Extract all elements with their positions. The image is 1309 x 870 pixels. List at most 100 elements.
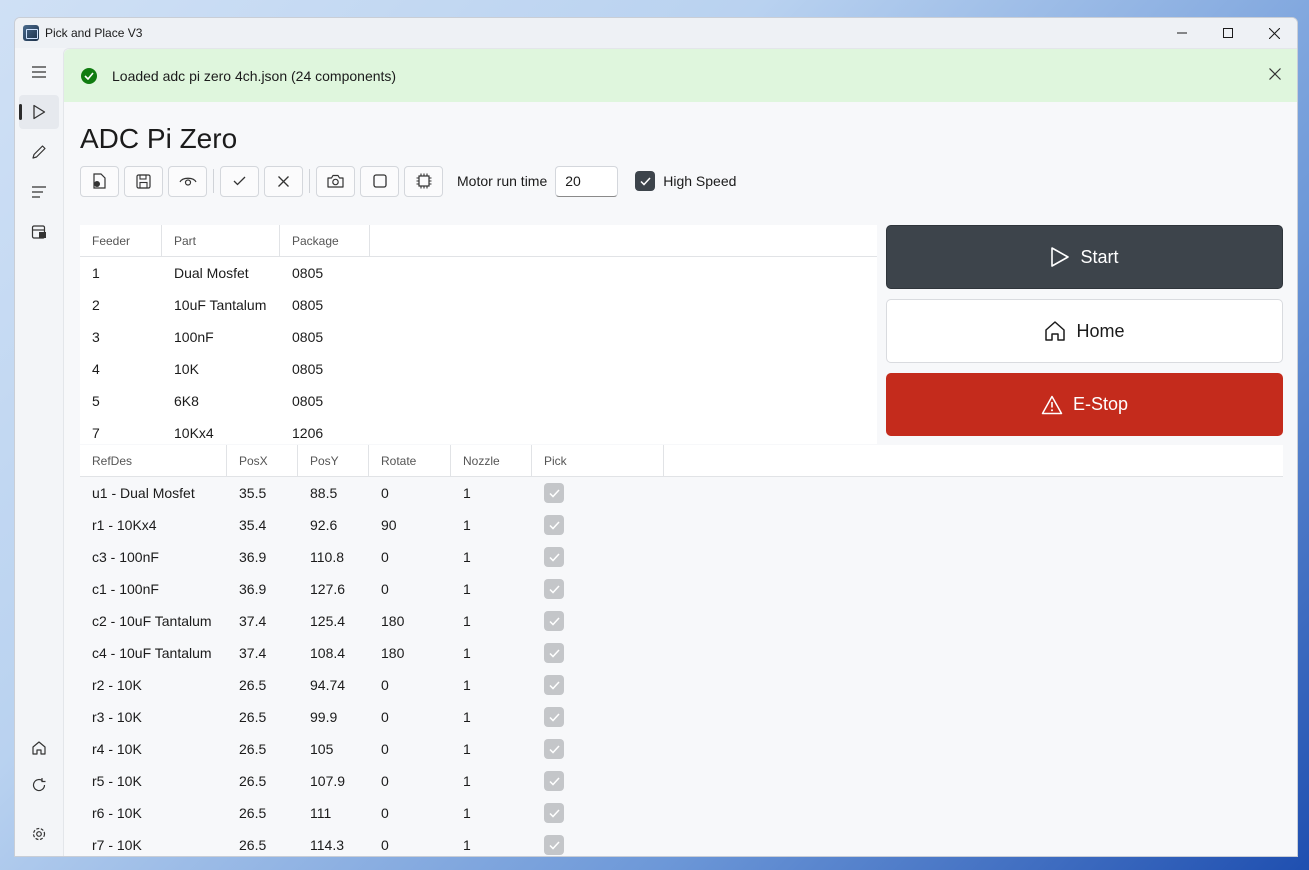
table-row[interactable]: r4 - 10K 26.5 105 0 1 <box>80 733 1283 765</box>
component-cell-posy: 107.9 <box>310 773 346 789</box>
nav-home[interactable] <box>19 731 59 765</box>
play-icon <box>1051 247 1070 267</box>
save-button[interactable] <box>124 165 163 197</box>
motor-run-time-input[interactable]: 20 <box>555 165 619 197</box>
open-file-button[interactable] <box>80 165 119 197</box>
feeder-table: Feeder Part Package 1 Dual Mosfet 0805 2 10u… <box>80 225 877 444</box>
feeder-cell-part: 100nF <box>174 329 214 345</box>
table-row[interactable]: r7 - 10K 26.5 114.3 0 1 <box>80 829 1283 856</box>
table-row[interactable]: r2 - 10K 26.5 94.74 0 1 <box>80 669 1283 701</box>
column-header-rotate[interactable]: Rotate <box>369 445 451 477</box>
table-row[interactable]: 2 10uF Tantalum 0805 <box>80 289 877 321</box>
start-button[interactable]: Start <box>886 225 1283 289</box>
nav-edit[interactable] <box>19 135 59 169</box>
main-content: Loaded adc pi zero 4ch.json (24 componen… <box>63 48 1297 856</box>
minimize-button[interactable] <box>1159 18 1205 48</box>
column-header-feeder[interactable]: Feeder <box>80 225 162 257</box>
chip-tray-icon <box>31 225 46 239</box>
maximize-button[interactable] <box>1205 18 1251 48</box>
column-header-refdes[interactable]: RefDes <box>80 445 227 477</box>
column-header-package[interactable]: Package <box>280 225 370 257</box>
component-cell-rotate: 0 <box>381 549 389 565</box>
table-row[interactable]: 7 10Kx4 1206 <box>80 417 877 444</box>
table-row[interactable]: r5 - 10K 26.5 107.9 0 1 <box>80 765 1283 797</box>
component-cell-nozzle: 1 <box>463 837 471 853</box>
component-cell-refdes: c3 - 100nF <box>92 549 159 565</box>
dismiss-infobar-button[interactable] <box>1269 67 1285 83</box>
pick-checkbox[interactable] <box>544 643 564 663</box>
app-window: Pick and Place V3 Loaded adc pi zero 4ch… <box>14 17 1298 857</box>
component-cell-rotate: 0 <box>381 581 389 597</box>
pick-checkbox[interactable] <box>544 611 564 631</box>
preview-button[interactable] <box>168 165 207 197</box>
table-row[interactable]: r6 - 10K 26.5 111 0 1 <box>80 797 1283 829</box>
high-speed-checkbox[interactable] <box>635 171 656 191</box>
pick-checkbox[interactable] <box>544 547 564 567</box>
menu-button[interactable] <box>19 55 59 89</box>
table-row[interactable]: 4 10K 0805 <box>80 353 877 385</box>
component-cell-posy: 127.6 <box>310 581 346 597</box>
component-cell-nozzle: 1 <box>463 709 471 725</box>
feeder-cell-part: Dual Mosfet <box>174 265 249 281</box>
component-cell-nozzle: 1 <box>463 645 471 661</box>
column-header-part[interactable]: Part <box>162 225 280 257</box>
component-cell-nozzle: 1 <box>463 677 471 693</box>
pick-checkbox[interactable] <box>544 803 564 823</box>
check-icon <box>548 680 560 690</box>
table-row[interactable]: c4 - 10uF Tantalum 37.4 108.4 180 1 <box>80 637 1283 669</box>
component-cell-rotate: 0 <box>381 837 389 853</box>
pick-checkbox[interactable] <box>544 483 564 503</box>
table-row[interactable]: 5 6K8 0805 <box>80 385 877 417</box>
nav-feeders[interactable] <box>19 215 59 249</box>
nav-run[interactable] <box>19 95 59 129</box>
component-cell-posy: 114.3 <box>310 837 344 853</box>
nav-list[interactable] <box>19 175 59 209</box>
pick-checkbox[interactable] <box>544 707 564 727</box>
home-button[interactable]: Home <box>886 299 1283 363</box>
feeder-cell-part: 10K <box>174 361 199 377</box>
check-icon <box>548 520 560 530</box>
column-header-nozzle[interactable]: Nozzle <box>451 445 532 477</box>
table-row[interactable]: 3 100nF 0805 <box>80 321 877 353</box>
pick-checkbox[interactable] <box>544 675 564 695</box>
feeder-cell-part: 10uF Tantalum <box>174 297 267 313</box>
nav-refresh[interactable] <box>19 768 59 802</box>
camera-button[interactable] <box>316 165 355 197</box>
component-cell-refdes: r4 - 10K <box>92 741 142 757</box>
component-cell-nozzle: 1 <box>463 741 471 757</box>
pick-checkbox[interactable] <box>544 771 564 791</box>
table-row[interactable]: 1 Dual Mosfet 0805 <box>80 257 877 289</box>
toolbar-separator <box>309 169 310 193</box>
feeder-cell-package: 0805 <box>292 393 324 409</box>
pencil-icon <box>32 145 46 159</box>
table-row[interactable]: r3 - 10K 26.5 99.9 0 1 <box>80 701 1283 733</box>
component-cell-posx: 26.5 <box>239 741 267 757</box>
component-cell-posx: 36.9 <box>239 549 267 565</box>
nav-settings[interactable] <box>19 817 59 851</box>
stop-button[interactable] <box>360 165 399 197</box>
feeder-cell-feeder: 1 <box>92 265 100 281</box>
pick-checkbox[interactable] <box>544 739 564 759</box>
pick-checkbox[interactable] <box>544 515 564 535</box>
list-icon <box>32 186 46 198</box>
estop-button[interactable]: E-Stop <box>886 373 1283 436</box>
component-cell-refdes: r3 - 10K <box>92 709 142 725</box>
table-row[interactable]: c1 - 100nF 36.9 127.6 0 1 <box>80 573 1283 605</box>
table-row[interactable]: c3 - 100nF 36.9 110.8 0 1 <box>80 541 1283 573</box>
board-button[interactable] <box>404 165 443 197</box>
deselect-all-button[interactable] <box>264 165 303 197</box>
table-row[interactable]: c2 - 10uF Tantalum 37.4 125.4 180 1 <box>80 605 1283 637</box>
pick-checkbox[interactable] <box>544 579 564 599</box>
select-all-button[interactable] <box>220 165 259 197</box>
pick-checkbox[interactable] <box>544 835 564 855</box>
close-window-button[interactable] <box>1251 18 1297 48</box>
component-cell-nozzle: 1 <box>463 549 471 565</box>
title-bar[interactable]: Pick and Place V3 <box>15 18 1297 48</box>
check-icon <box>548 808 560 818</box>
column-header-posy[interactable]: PosY <box>298 445 369 477</box>
table-row[interactable]: r1 - 10Kx4 35.4 92.6 90 1 <box>80 509 1283 541</box>
table-row[interactable]: u1 - Dual Mosfet 35.5 88.5 0 1 <box>80 477 1283 509</box>
column-header-posx[interactable]: PosX <box>227 445 298 477</box>
column-header-pick[interactable]: Pick <box>532 445 664 477</box>
settings-icon <box>32 827 46 841</box>
